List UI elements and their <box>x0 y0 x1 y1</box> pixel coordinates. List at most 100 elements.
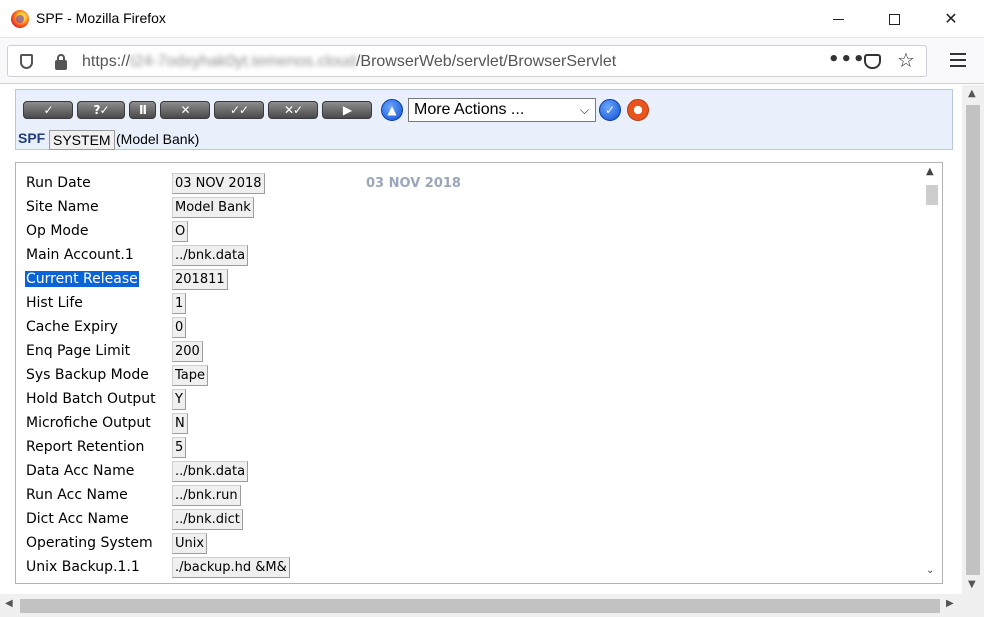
page-scroll-up-icon[interactable]: ▲ <box>968 88 976 99</box>
tracking-protection-shield-icon[interactable] <box>20 54 33 69</box>
page-actions-dots-icon[interactable]: ••• <box>828 49 866 70</box>
url-path: /BrowserWeb/servlet/BrowserServlet <box>355 53 617 70</box>
transaction-toolbar: ✓ ?✓ II ✕ ✓✓ ✕✓ ▶ ▲ More Actions ... ⌵ ✓ SPF S… <box>15 89 953 150</box>
field-value[interactable]: Unix <box>172 533 208 554</box>
url-scheme: https:// <box>82 53 131 70</box>
field-label: Sys Backup Mode <box>26 367 149 383</box>
field-value[interactable]: ../bnk.data <box>172 245 249 266</box>
maximize-icon <box>888 13 900 25</box>
delete-button[interactable]: ✕ <box>160 101 210 119</box>
hold-button[interactable]: II <box>129 101 156 119</box>
field-value[interactable]: Model Bank <box>172 197 254 218</box>
field-value[interactable]: O <box>172 221 189 242</box>
address-bar[interactable]: https://t24-7odxyhak0yt.temenos.cloud/Br… <box>7 45 927 77</box>
lock-icon[interactable] <box>55 54 67 70</box>
validate-button[interactable]: ?✓ <box>77 101 125 119</box>
field-label: Unix Backup.1.1 <box>26 559 140 575</box>
help-lifebuoy-icon[interactable] <box>627 99 649 121</box>
field-row: Sys Backup Mode Tape <box>16 365 916 387</box>
field-value[interactable]: 0 <box>172 317 187 338</box>
field-value[interactable]: 03 NOV 2018 <box>172 173 265 194</box>
pocket-icon[interactable] <box>864 54 881 69</box>
field-label: Enq Page Limit <box>26 343 131 359</box>
close-icon: ✕ <box>944 9 958 28</box>
field-row: Hist Life 1 <box>16 293 916 315</box>
field-row: Current Release 201811 <box>16 269 916 291</box>
field-row: Report Retention 5 <box>16 437 916 459</box>
maximize-button[interactable] <box>871 0 917 38</box>
more-actions-select[interactable]: More Actions ... ⌵ <box>408 98 596 122</box>
field-value[interactable]: 5 <box>172 437 187 458</box>
form-scroll-thumb[interactable] <box>926 185 938 205</box>
field-label: Hist Life <box>26 295 83 311</box>
firefox-logo-icon <box>11 10 29 28</box>
field-row: Cache Expiry 0 <box>16 317 916 339</box>
hamburger-menu-icon[interactable] <box>950 53 966 67</box>
url-host: t24-7odxyhak0yt.temenos.cloud <box>130 53 356 70</box>
minimize-icon <box>832 18 844 20</box>
page-scroll-right-icon[interactable]: ▶ <box>946 598 954 609</box>
application-name: SPF <box>18 130 46 146</box>
field-row: Data Acc Name ../bnk.data <box>16 461 916 483</box>
reverse-button[interactable]: ✕✓ <box>268 101 318 119</box>
page-scroll-down-icon[interactable]: ▼ <box>968 579 976 590</box>
window-title: SPF - Mozilla Firefox <box>36 10 166 26</box>
company-name: (Model Bank) <box>116 131 200 147</box>
field-label: Run Acc Name <box>26 487 128 503</box>
next-button[interactable]: ▶ <box>322 101 372 119</box>
scroll-up-arrow-icon[interactable]: ▲ <box>926 166 934 177</box>
authorise-button[interactable]: ✓✓ <box>214 101 264 119</box>
form-scrollbar[interactable]: ▲ ⌄ <box>922 163 942 583</box>
side-date: 03 NOV 2018 <box>366 176 461 191</box>
more-actions-label: More Actions ... <box>414 101 525 118</box>
page-vertical-scrollbar[interactable]: ▲ ▼ <box>962 85 984 594</box>
record-id-field[interactable]: SYSTEM <box>49 130 115 150</box>
field-row: Run Acc Name ../bnk.run <box>16 485 916 507</box>
bookmark-star-icon[interactable]: ☆ <box>897 48 915 72</box>
field-label: Current Release <box>25 271 139 287</box>
field-value[interactable]: ./backup.hd &M& <box>172 557 290 578</box>
field-value[interactable]: Y <box>172 389 186 410</box>
field-label: Dict Acc Name <box>26 511 129 527</box>
field-value[interactable]: N <box>172 413 188 434</box>
field-row: Hold Batch Output Y <box>16 389 916 411</box>
field-label: Site Name <box>26 199 99 215</box>
field-row: Microfiche Output N <box>16 413 916 435</box>
field-label: Main Account.1 <box>26 247 134 263</box>
field-label: Run Date <box>26 175 91 191</box>
upload-arrow-icon[interactable]: ▲ <box>381 99 403 121</box>
field-label: Data Acc Name <box>26 463 135 479</box>
field-row: Run Date 03 NOV 2018 <box>16 173 916 195</box>
field-value[interactable]: ../bnk.data <box>172 461 249 482</box>
field-value[interactable]: ../bnk.run <box>172 485 241 506</box>
field-row: Enq Page Limit 200 <box>16 341 916 363</box>
field-row: Site Name Model Bank <box>16 197 916 219</box>
page-horizontal-thumb[interactable] <box>20 599 940 613</box>
page-horizontal-scrollbar[interactable]: ◀ ▶ <box>0 594 962 617</box>
field-row: Dict Acc Name ../bnk.dict <box>16 509 916 531</box>
field-row: Unix Backup.1.1 ./backup.hd &M& <box>16 557 916 579</box>
field-value[interactable]: ../bnk.dict <box>172 509 243 530</box>
field-label: Microfiche Output <box>26 415 151 431</box>
field-value[interactable]: 201811 <box>172 269 228 290</box>
minimize-button[interactable] <box>815 0 861 38</box>
field-label: Op Mode <box>26 223 89 239</box>
chevron-down-icon: ⌵ <box>579 103 589 117</box>
url-text[interactable]: https://t24-7odxyhak0yt.temenos.cloud/Br… <box>82 53 616 71</box>
field-label: Hold Batch Output <box>26 391 156 407</box>
field-value[interactable]: 1 <box>172 293 187 314</box>
page-scroll-left-icon[interactable]: ◀ <box>5 598 13 609</box>
close-button[interactable]: ✕ <box>928 0 974 38</box>
scroll-down-chevron-icon[interactable]: ⌄ <box>926 565 934 576</box>
page-vertical-thumb[interactable] <box>966 105 980 575</box>
field-label: Operating System <box>26 535 153 551</box>
record-form: Run Date 03 NOV 2018 Site Name Model Bank Op… <box>15 162 943 584</box>
field-label: Cache Expiry <box>26 319 118 335</box>
commit-button[interactable]: ✓ <box>23 101 73 119</box>
go-check-icon[interactable]: ✓ <box>599 99 621 121</box>
field-value[interactable]: 200 <box>172 341 203 362</box>
title-bar: SPF - Mozilla Firefox ✕ <box>0 0 984 38</box>
field-value[interactable]: Tape <box>172 365 209 386</box>
scrollbar-corner <box>962 594 984 617</box>
page-viewport: ✓ ?✓ II ✕ ✓✓ ✕✓ ▶ ▲ More Actions ... ⌵ ✓ SPF S… <box>0 85 962 594</box>
